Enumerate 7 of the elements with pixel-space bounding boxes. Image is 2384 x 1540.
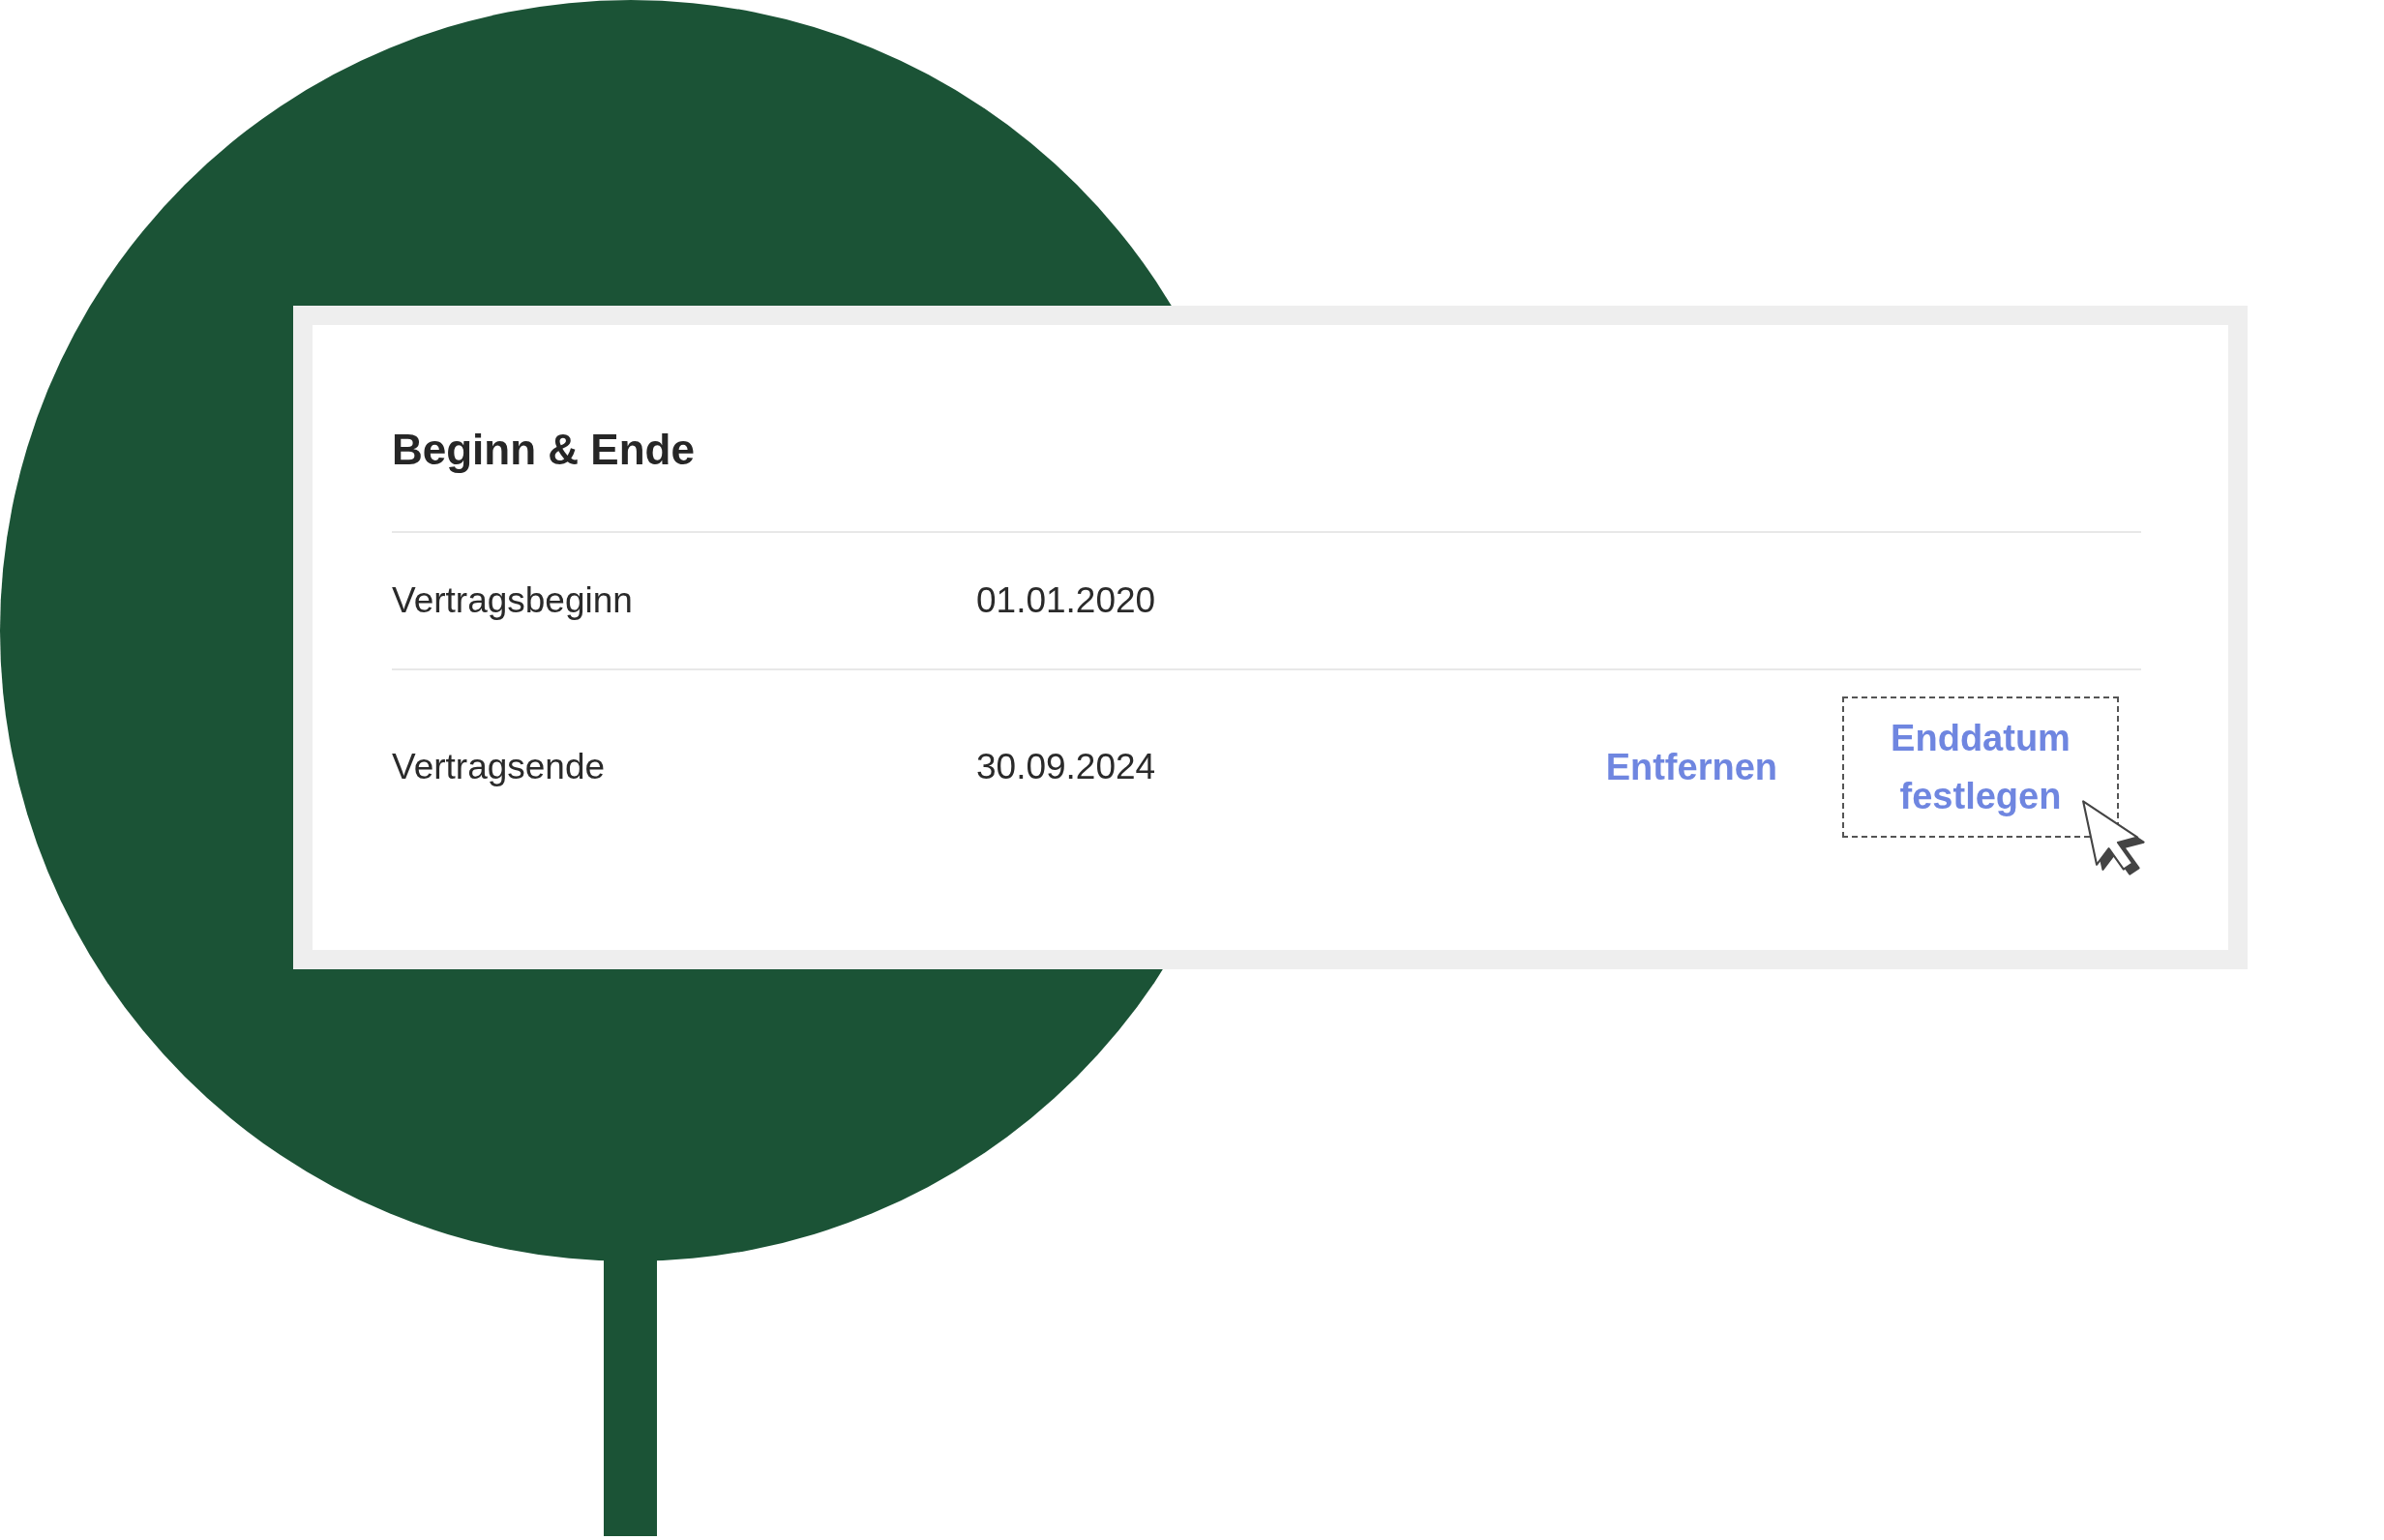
field-label: Vertragsende bbox=[392, 746, 607, 788]
cursor-icon bbox=[2081, 799, 2146, 878]
field-value: 30.09.2024 bbox=[976, 746, 1156, 788]
field-label: Vertragsbeginn bbox=[392, 579, 634, 622]
field-value: 01.01.2020 bbox=[976, 579, 1156, 622]
text-button[interactable]: Entfernen bbox=[1564, 726, 1818, 809]
card-title: Beginn & Ende bbox=[392, 425, 696, 475]
